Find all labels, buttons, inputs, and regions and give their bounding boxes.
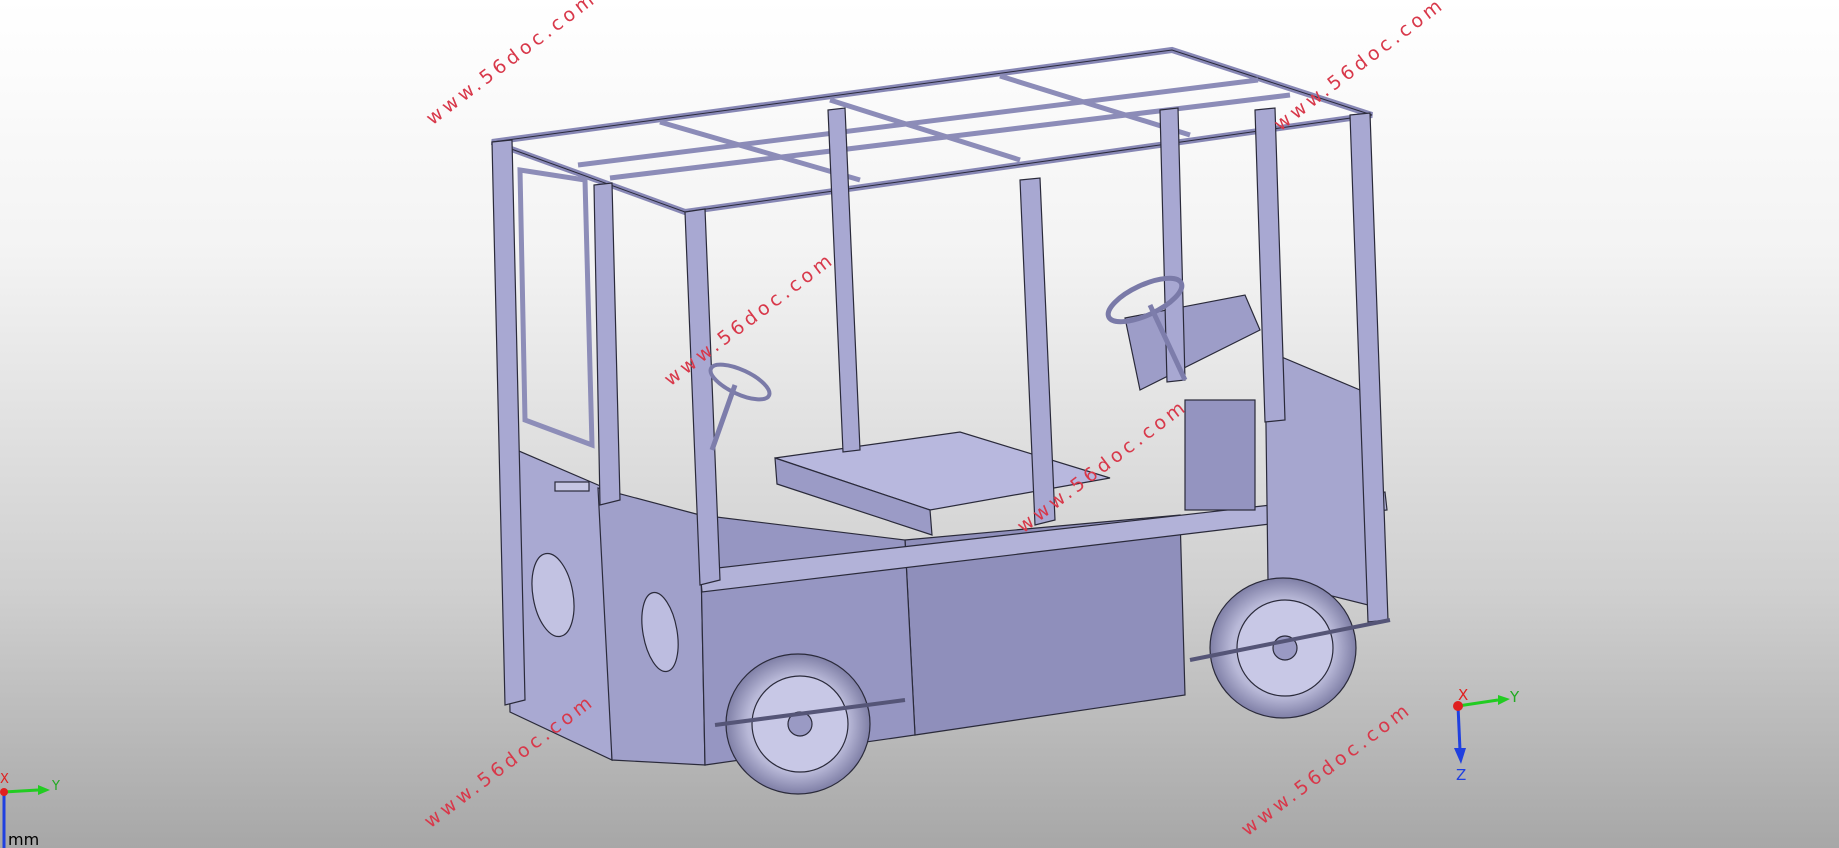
door-handle bbox=[554, 481, 590, 492]
wheel-front bbox=[725, 653, 871, 795]
triad-y-label: Y bbox=[1510, 688, 1520, 706]
triad-z-label: Z bbox=[1456, 766, 1467, 784]
orientation-triad[interactable]: X Y Z bbox=[1440, 686, 1520, 784]
console-block bbox=[1184, 399, 1256, 511]
cad-viewport[interactable]: www.56doc.com www.56doc.com www.56doc.co… bbox=[0, 0, 1839, 848]
units-label: mm bbox=[8, 830, 40, 848]
triad-axes-icon bbox=[1453, 695, 1510, 764]
driver-console bbox=[1124, 294, 1261, 391]
reference-y-label: Y bbox=[52, 779, 60, 794]
reference-x-label: X bbox=[0, 772, 9, 787]
steering-wheel-front bbox=[708, 362, 772, 402]
wheel-rear bbox=[1209, 577, 1357, 719]
post-front-mid bbox=[593, 182, 621, 506]
post-rear-mid bbox=[1254, 107, 1286, 423]
triad-x-label: X bbox=[1458, 686, 1469, 704]
vehicle-model-view[interactable] bbox=[0, 0, 1839, 848]
door-window-frame bbox=[517, 167, 595, 449]
